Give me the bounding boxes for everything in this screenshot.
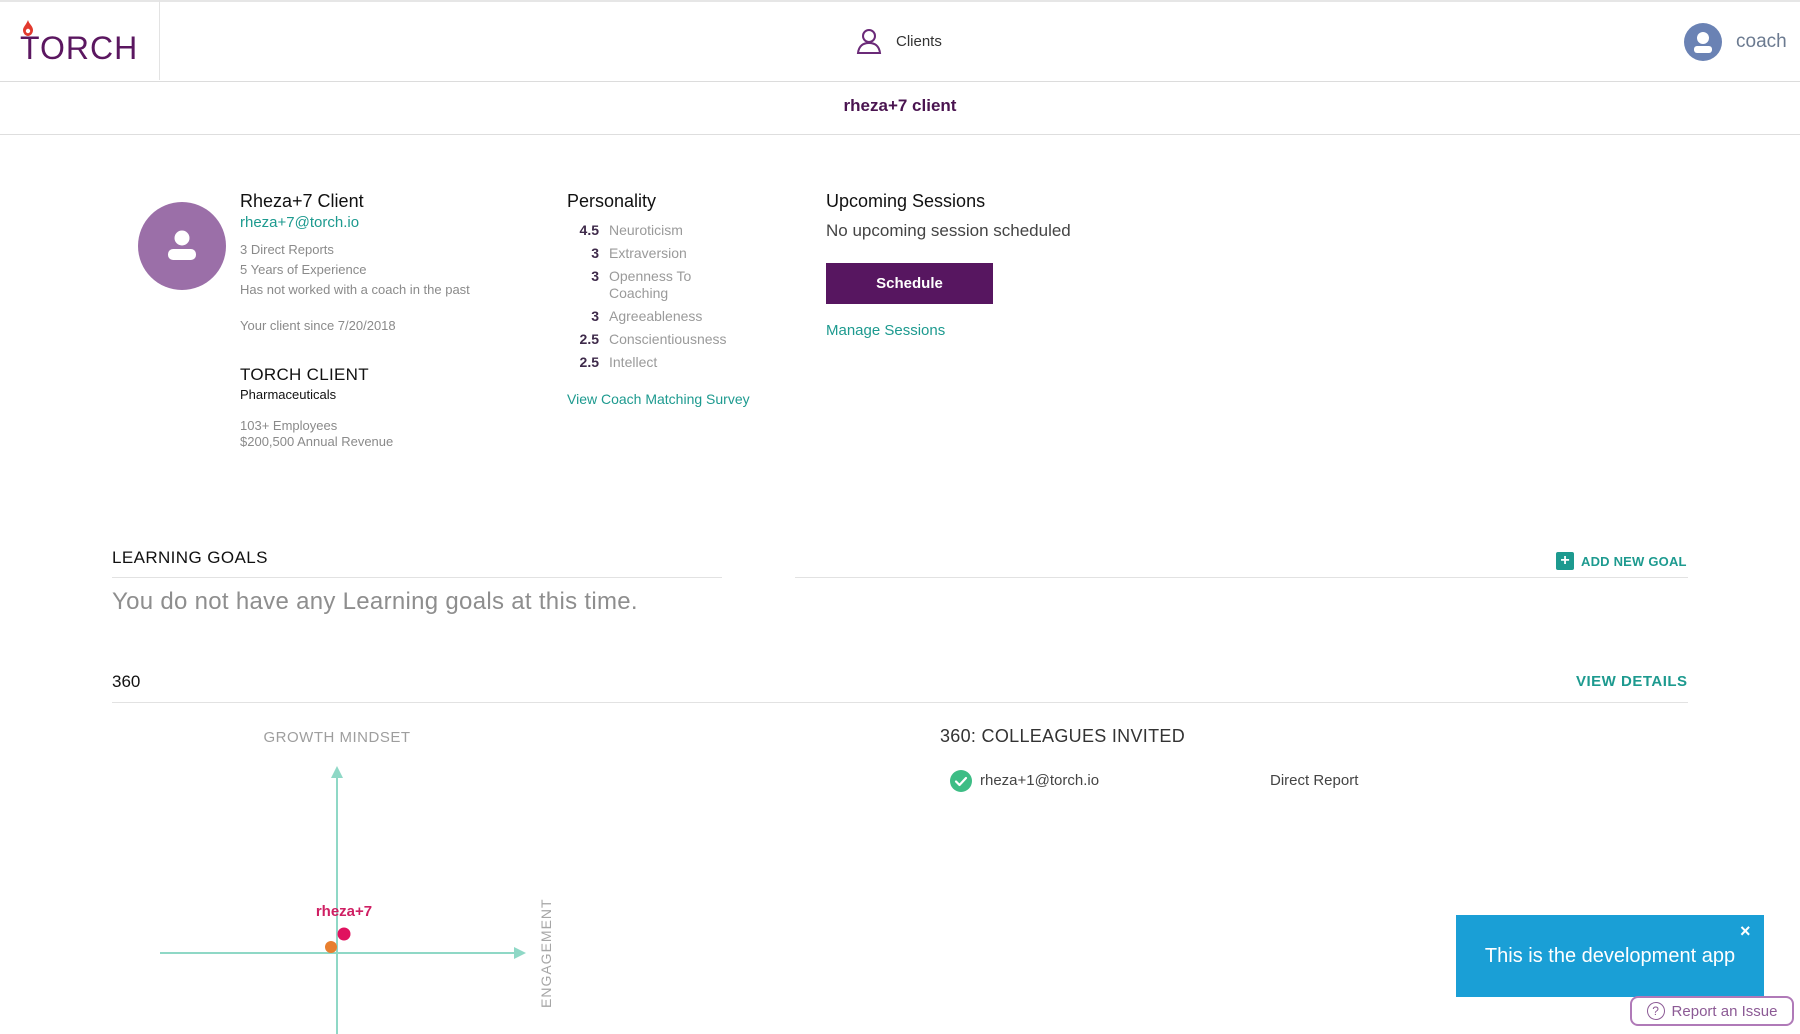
report-issue-button[interactable]: ? Report an Issue	[1630, 996, 1794, 1026]
user-outline-icon	[856, 29, 882, 54]
chart-x-label: ENGAGEMENT	[538, 898, 554, 1008]
company-name: TORCH CLIENT	[240, 365, 369, 384]
divider	[112, 702, 1688, 703]
client-direct-reports: 3 Direct Reports	[240, 242, 334, 257]
chart-point-label: rheza+7	[316, 903, 372, 920]
personality-trait: 3 Extraversion	[567, 245, 729, 262]
view-survey-link[interactable]: View Coach Matching Survey	[567, 391, 750, 407]
learning-goals-empty-text: You do not have any Learning goals at th…	[112, 588, 638, 615]
chart-y-label: GROWTH MINDSET	[264, 729, 411, 746]
divider	[112, 577, 722, 578]
client-coach-history: Has not worked with a coach in the past	[240, 282, 470, 297]
trait-score: 2.5	[579, 354, 599, 370]
trait-name: Extraversion	[609, 245, 687, 261]
personality-trait: 2.5 Intellect	[567, 354, 729, 371]
learning-goals-title: LEARNING GOALS	[112, 548, 268, 567]
trait-name: Conscientiousness	[609, 331, 727, 347]
personality-trait: 4.5 Neuroticism	[567, 222, 729, 239]
manage-sessions-link[interactable]: Manage Sessions	[826, 322, 945, 339]
banner-text: This is the development app	[1484, 945, 1736, 967]
add-new-goal-button[interactable]: + ADD NEW GOAL	[1556, 552, 1687, 570]
close-icon[interactable]: ×	[1740, 921, 1751, 942]
company-employees: 103+ Employees	[240, 418, 338, 433]
torch-logo: TORCH	[20, 30, 139, 66]
user-menu[interactable]: coach	[1684, 22, 1787, 62]
client-experience: 5 Years of Experience	[240, 262, 367, 277]
view-details-link[interactable]: VIEW DETAILS	[1576, 673, 1688, 690]
colleagues-invited-title: 360: COLLEAGUES INVITED	[940, 726, 1185, 746]
sessions-empty-text: No upcoming session scheduled	[826, 221, 1071, 240]
personality-title: Personality	[567, 191, 657, 211]
help-icon: ?	[1646, 1002, 1665, 1020]
client-email[interactable]: rheza+7@torch.io	[240, 214, 359, 231]
sessions-title: Upcoming Sessions	[826, 191, 986, 211]
divider	[795, 577, 1688, 578]
logo-container[interactable]: TORCH	[0, 0, 160, 80]
nav-clients[interactable]: Clients	[856, 26, 942, 56]
growth-engagement-chart: GROWTH MINDSET ENGAGEMENT rheza+7	[160, 729, 554, 1034]
page-title: rheza+7 client	[843, 96, 957, 115]
add-new-goal-label: ADD NEW GOAL	[1581, 553, 1687, 569]
schedule-button[interactable]: Schedule	[826, 263, 993, 304]
report-issue-label: Report an Issue	[1671, 1002, 1778, 1020]
personality-trait: 3 Agreeableness	[567, 308, 729, 325]
client-name: Rheza+7 Client	[240, 191, 364, 211]
chart-y-arrow	[331, 766, 343, 778]
trait-name: Agreeableness	[609, 308, 703, 324]
chart-x-arrow	[514, 947, 526, 959]
trait-name: Openness To Coaching	[609, 268, 692, 301]
trait-score: 3	[591, 245, 599, 261]
user-icon	[168, 230, 196, 260]
nav-clients-label: Clients	[896, 32, 942, 50]
company-revenue: $200,500 Annual Revenue	[240, 434, 394, 449]
trait-score: 2.5	[579, 331, 599, 347]
trait-score: 3	[591, 268, 599, 284]
user-avatar	[1684, 23, 1722, 61]
section-360-title: 360	[112, 672, 141, 691]
user-name-label: coach	[1736, 31, 1787, 52]
colleague-role: Direct Report	[1270, 772, 1359, 789]
chart-point-self	[337, 927, 351, 941]
colleague-row: rheza+1@torch.io Direct Report	[950, 770, 1410, 794]
colleague-email: rheza+1@torch.io	[980, 772, 1100, 789]
plus-icon: +	[1556, 552, 1574, 570]
client-since: Your client since 7/20/2018	[240, 318, 396, 333]
chart-point-colleague	[325, 941, 337, 953]
development-app-banner: This is the development app ×	[1456, 915, 1764, 997]
company-industry: Pharmaceuticals	[240, 387, 337, 402]
trait-name: Neuroticism	[609, 222, 683, 238]
personality-trait: 2.5 Conscientiousness	[567, 331, 729, 348]
user-icon	[1694, 32, 1712, 53]
trait-score: 3	[591, 308, 599, 324]
trait-score: 4.5	[579, 222, 599, 238]
client-avatar	[138, 202, 226, 290]
check-circle-icon	[950, 770, 972, 792]
trait-name: Intellect	[609, 354, 658, 370]
personality-trait: 3 Openness To Coaching	[567, 268, 729, 302]
